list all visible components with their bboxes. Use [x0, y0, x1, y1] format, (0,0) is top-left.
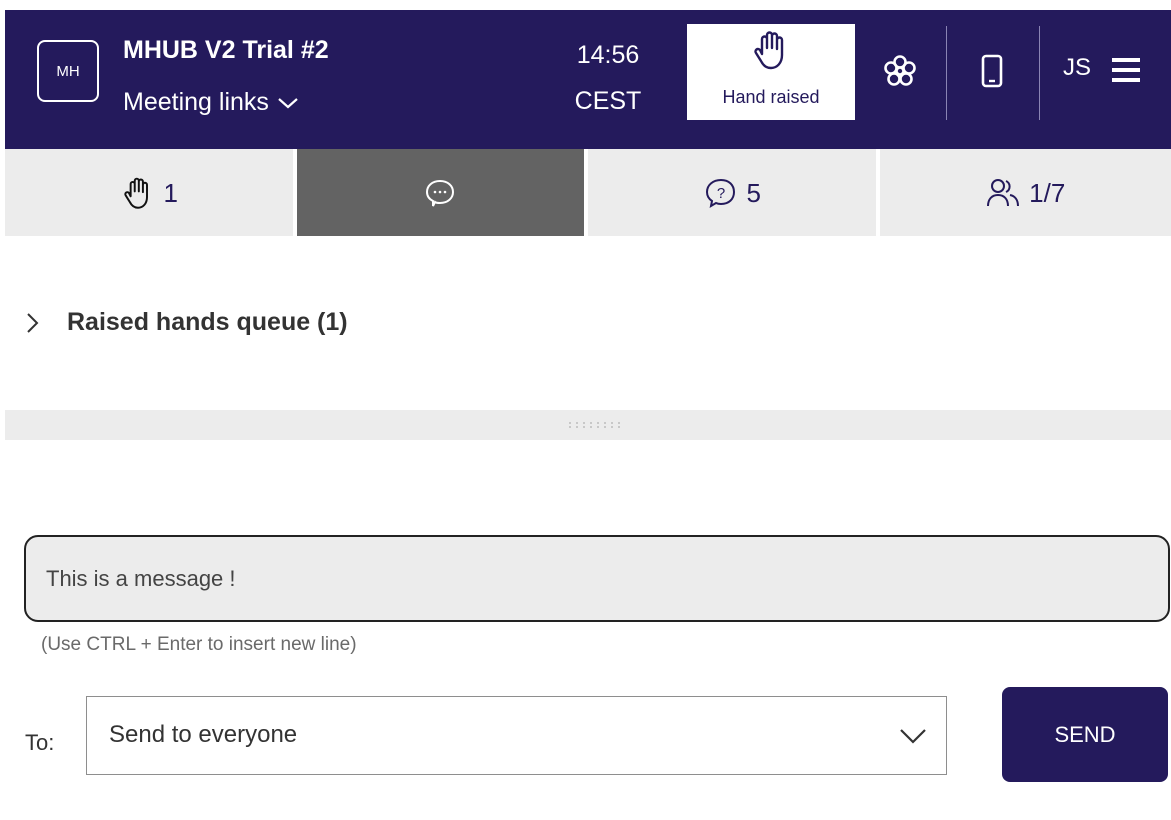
- app-logo: MH: [37, 40, 99, 102]
- message-input[interactable]: [24, 535, 1170, 622]
- newline-hint: (Use CTRL + Enter to insert new line): [41, 634, 357, 655]
- hamburger-menu-icon[interactable]: [1110, 54, 1142, 86]
- queue-title: Raised hands queue (1): [67, 308, 348, 336]
- tab-count: 5: [746, 178, 761, 208]
- tab-participants[interactable]: 1/7: [880, 149, 1171, 236]
- recipient-value: Send to everyone: [109, 721, 298, 748]
- tab-questions[interactable]: ? 5: [588, 149, 880, 236]
- raised-hand-icon: [123, 177, 148, 209]
- meeting-links-label: Meeting links: [123, 88, 269, 116]
- hand-raised-button[interactable]: Hand raised: [687, 24, 855, 120]
- raised-hands-queue-toggle[interactable]: Raised hands queue (1): [25, 308, 348, 337]
- flower-icon[interactable]: [883, 54, 917, 88]
- chevron-down-icon: [278, 97, 298, 108]
- meeting-title: MHUB V2 Trial #2: [123, 36, 329, 64]
- tab-count: 1: [163, 178, 178, 208]
- logo-text: MH: [56, 62, 80, 80]
- tab-count: 1/7: [1029, 178, 1066, 208]
- tab-chat[interactable]: [296, 149, 588, 236]
- recipient-select[interactable]: Send to everyone: [86, 696, 947, 775]
- hand-raised-label: Hand raised: [722, 87, 820, 107]
- chat-panel: MH MHUB V2 Trial #2 Meeting links 14:56 …: [5, 10, 1171, 820]
- svg-text:?: ?: [716, 185, 724, 202]
- meeting-clock: 14:56 CEST: [553, 32, 663, 124]
- chevron-down-icon: [900, 729, 926, 744]
- panel-tabs: 1 ? 5 1/7: [5, 149, 1171, 236]
- drag-handle-icon: [569, 422, 620, 428]
- hand-raised-icon: [754, 31, 784, 70]
- participants-icon: [987, 178, 1020, 206]
- clock-timezone: CEST: [574, 87, 642, 115]
- meeting-links-dropdown[interactable]: Meeting links: [123, 88, 299, 117]
- to-label: To:: [25, 730, 55, 755]
- chat-bubble-icon: [426, 179, 455, 206]
- panel-splitter[interactable]: [5, 410, 1171, 440]
- header-bar: MH MHUB V2 Trial #2 Meeting links 14:56 …: [5, 10, 1171, 149]
- header-divider: [1039, 26, 1040, 120]
- chevron-right-icon: [27, 312, 39, 333]
- mobile-phone-icon[interactable]: [975, 54, 1009, 88]
- tab-raised-hands[interactable]: 1: [5, 149, 297, 236]
- clock-time: 14:56: [576, 41, 640, 69]
- question-icon: ?: [705, 178, 735, 208]
- send-button[interactable]: SEND: [1002, 687, 1168, 782]
- header-divider: [946, 26, 947, 120]
- user-initials[interactable]: JS: [1063, 54, 1091, 82]
